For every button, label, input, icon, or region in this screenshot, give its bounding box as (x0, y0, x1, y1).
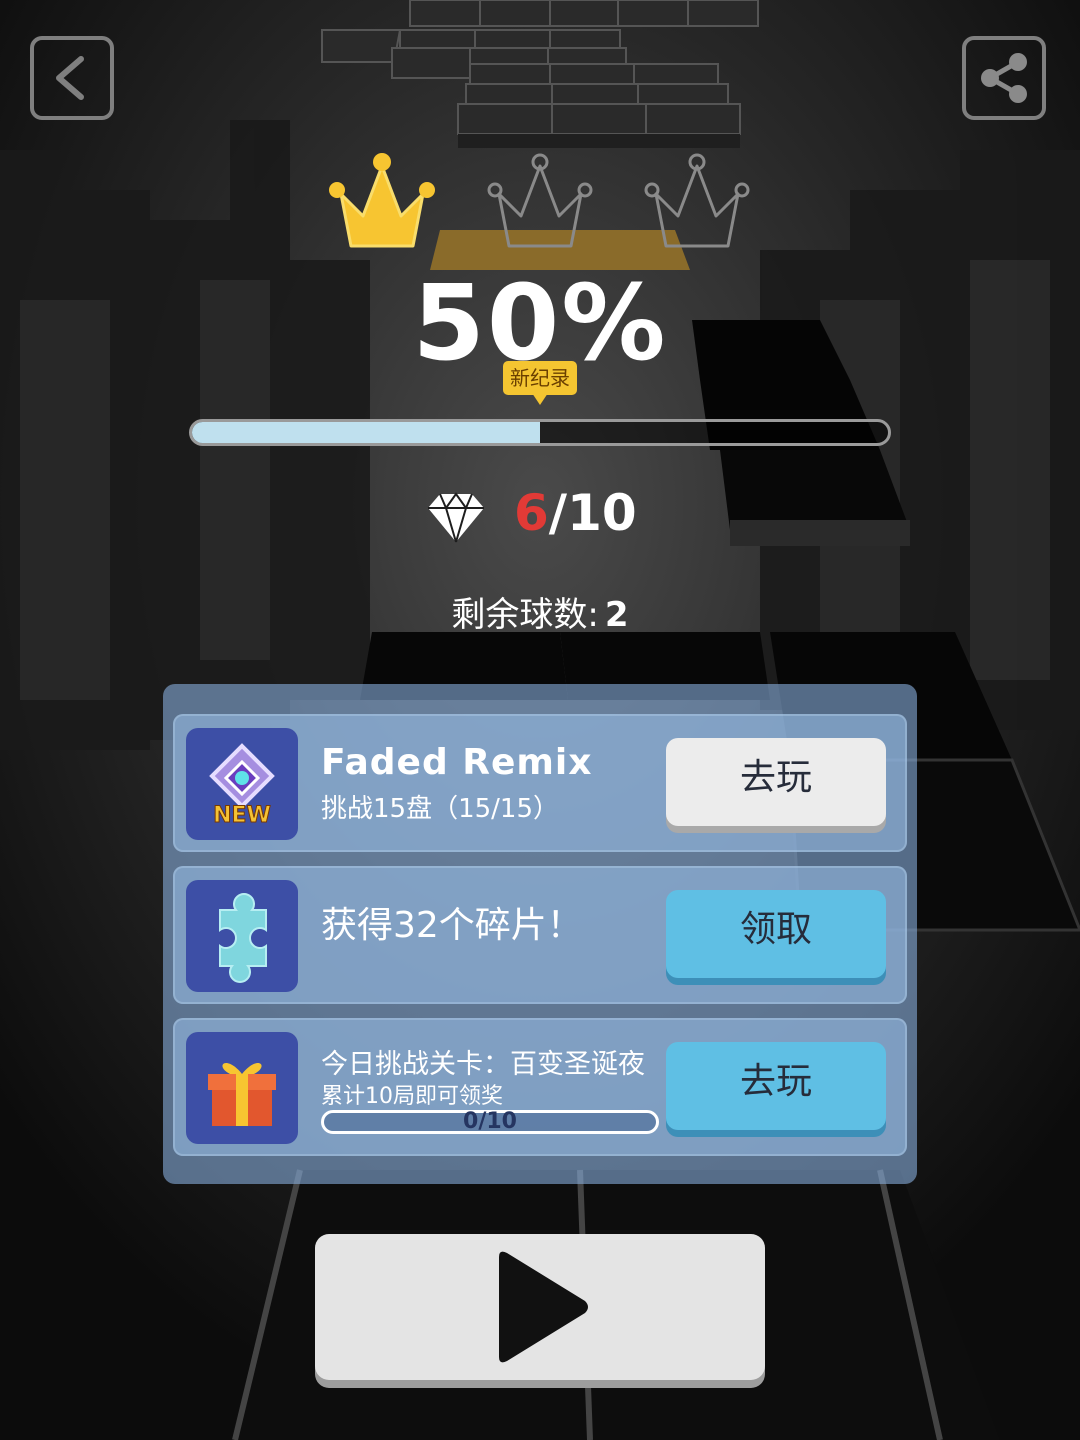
share-icon (981, 53, 1027, 103)
crown-icon-empty (487, 153, 593, 248)
play-button[interactable] (315, 1234, 765, 1380)
new-song-icon: NEW (186, 728, 298, 840)
go-play-button[interactable]: 去玩 (666, 1042, 886, 1130)
share-button[interactable] (962, 36, 1046, 120)
task-panel: NEW Faded Remix 挑战15盘（15/15） 去玩 获得32个碎片！… (163, 684, 917, 1184)
go-play-button[interactable]: 去玩 (666, 738, 886, 826)
task-title: 今日挑战关卡：百变圣诞夜 (321, 1049, 645, 1080)
task-row-fragments: 获得32个碎片！ 领取 (173, 866, 907, 1004)
crown-icon-empty (644, 153, 750, 248)
level-progress-bar (189, 419, 891, 446)
back-arrow-icon (56, 56, 84, 100)
remaining-balls: 剩余球数: 2 (0, 587, 1080, 636)
task-row-daily-challenge: 今日挑战关卡：百变圣诞夜 累计10局即可领奖 0/10 去玩 (173, 1018, 907, 1156)
crown-icon-earned (329, 153, 435, 248)
play-icon (499, 1251, 588, 1363)
task-subtitle: 挑战15盘（15/15） (321, 794, 560, 824)
diamond-count: 6/10 (514, 484, 637, 542)
remaining-balls-label: 剩余球数: (451, 595, 599, 635)
task-row-new-song: NEW Faded Remix 挑战15盘（15/15） 去玩 (173, 714, 907, 852)
diamond-count-current: 6 (514, 484, 549, 542)
task-subtitle: 累计10局即可领奖 (321, 1084, 503, 1109)
claim-button[interactable]: 领取 (666, 890, 886, 978)
task-progress-text: 0/10 (463, 1109, 517, 1134)
back-button[interactable] (30, 36, 114, 120)
new-record-badge: 新纪录 (503, 361, 577, 405)
diamond-count-separator: / (548, 484, 568, 542)
task-title: 获得32个碎片！ (321, 905, 583, 946)
remaining-balls-count: 2 (604, 595, 629, 635)
gift-box-icon (186, 1032, 298, 1144)
task-title: Faded Remix (321, 742, 593, 783)
diamond-icon (428, 492, 484, 543)
puzzle-piece-icon (186, 880, 298, 992)
svg-text:NEW: NEW (213, 803, 271, 828)
level-progress-fill (192, 422, 540, 443)
diamond-count-total: 10 (567, 484, 637, 542)
